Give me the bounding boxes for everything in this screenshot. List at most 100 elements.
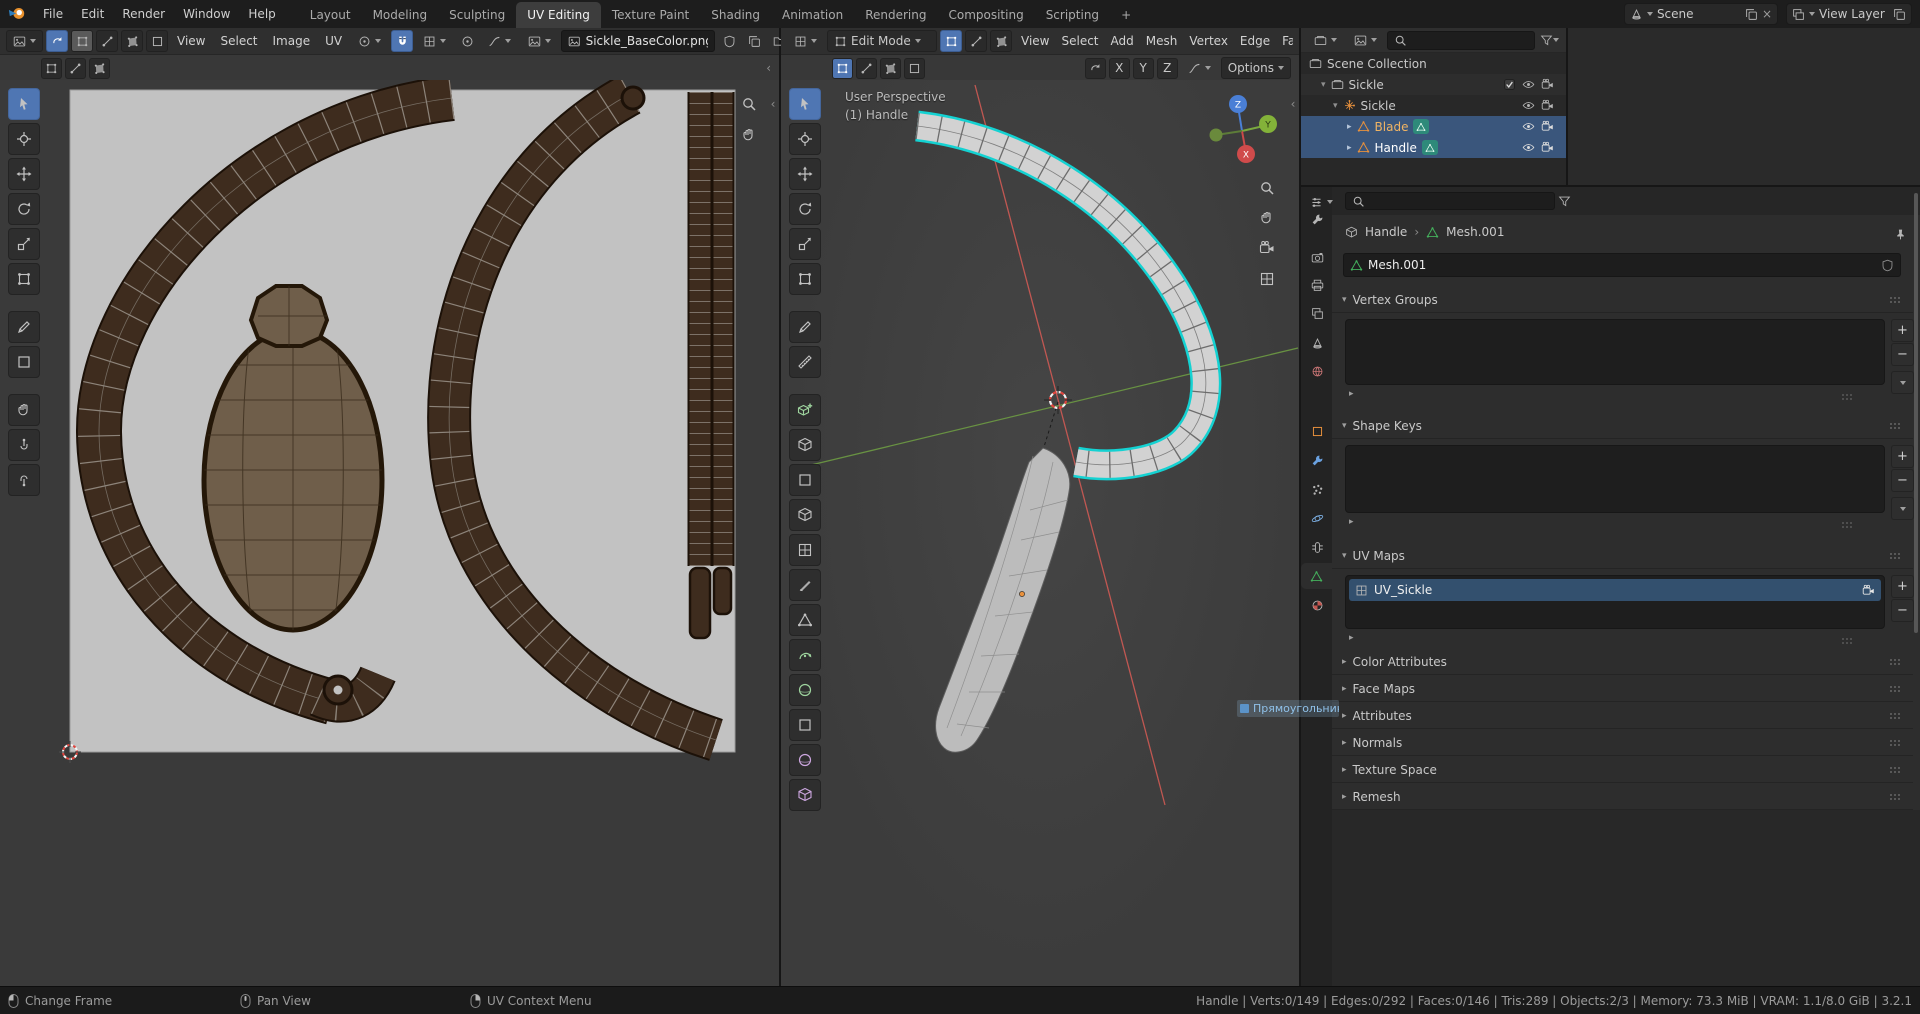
scrollbar[interactable] xyxy=(1914,193,1918,633)
menu-help[interactable]: Help xyxy=(239,0,284,28)
disclosure-triangle[interactable]: ▸ xyxy=(1347,122,1352,132)
uv-mode-button-3[interactable] xyxy=(89,57,110,79)
camera-view-button[interactable] xyxy=(1255,236,1279,260)
edge-menu[interactable]: Edge xyxy=(1234,34,1276,48)
active-render-camera-icon[interactable] xyxy=(1862,584,1875,597)
mirror-z-toggle[interactable]: Z xyxy=(1156,57,1178,79)
outliner-row-scene-collection[interactable]: Scene Collection xyxy=(1301,53,1566,74)
viewport-editor-type-dropdown[interactable] xyxy=(787,30,824,52)
section-uv-maps[interactable]: ▾ UV Maps xyxy=(1332,543,1913,569)
panel-grip[interactable] xyxy=(1889,296,1903,304)
disclosure-triangle[interactable]: ▾ xyxy=(1333,101,1338,111)
remove-shape-key-button[interactable]: − xyxy=(1891,469,1914,492)
subpanel-grip[interactable] xyxy=(1841,393,1855,401)
scene-name[interactable]: Scene xyxy=(1657,7,1741,21)
uv-maps-expand[interactable]: ▸ xyxy=(1349,633,1354,643)
subpanel-grip[interactable] xyxy=(1841,637,1855,645)
camera-icon[interactable] xyxy=(1541,120,1554,133)
new-scene-icon[interactable] xyxy=(1745,8,1758,21)
loop-cut-tool-button[interactable] xyxy=(789,534,821,566)
exclude-checkbox[interactable] xyxy=(1503,78,1516,91)
orthographic-toggle-button[interactable] xyxy=(1255,267,1279,291)
grab-tool-button[interactable] xyxy=(8,394,40,426)
outliner-row-blade[interactable]: ▸ Blade xyxy=(1301,116,1566,137)
vertex-menu[interactable]: Vertex xyxy=(1183,34,1234,48)
eye-icon[interactable] xyxy=(1522,141,1535,154)
eye-icon[interactable] xyxy=(1522,99,1535,112)
vp-mode-button-4[interactable] xyxy=(904,57,925,79)
panel-grip[interactable] xyxy=(1889,422,1903,430)
tab-modifiers[interactable] xyxy=(1303,447,1331,473)
view-menu[interactable]: View xyxy=(1015,34,1055,48)
add-uv-map-button[interactable]: + xyxy=(1891,575,1914,598)
properties-search-input[interactable] xyxy=(1345,192,1555,210)
new-view-layer-icon[interactable] xyxy=(1893,8,1906,21)
tab-material[interactable] xyxy=(1303,592,1331,618)
menu-file[interactable]: File xyxy=(34,0,72,28)
extrude-tool-button[interactable] xyxy=(789,429,821,461)
panel-grip[interactable] xyxy=(1889,712,1903,720)
properties-filter-button[interactable] xyxy=(1553,190,1575,212)
tab-layout[interactable]: Layout xyxy=(299,2,362,28)
tab-particles[interactable] xyxy=(1303,476,1331,502)
uv-island-edge-strips[interactable] xyxy=(690,92,731,640)
vertex-group-specials-button[interactable] xyxy=(1891,371,1914,394)
bevel-tool-button[interactable] xyxy=(789,499,821,531)
uv-editor-type-dropdown[interactable] xyxy=(6,30,43,52)
new-image-button[interactable] xyxy=(743,30,765,52)
uv-select-face-button[interactable] xyxy=(121,30,143,52)
tab-scene[interactable] xyxy=(1303,330,1331,356)
uv-map-name[interactable]: UV_Sickle xyxy=(1374,583,1432,597)
edge-mode-button[interactable] xyxy=(965,30,987,52)
breadcrumb-mesh[interactable]: Mesh.001 xyxy=(1446,225,1504,239)
vp-mode-button-3[interactable] xyxy=(880,57,901,79)
outliner-row-collection-sickle[interactable]: ▾ Sickle xyxy=(1301,74,1566,95)
rotate-tool-button[interactable] xyxy=(789,193,821,225)
tab-sculpting[interactable]: Sculpting xyxy=(438,2,516,28)
view-layer-name[interactable]: View Layer xyxy=(1819,7,1889,21)
tab-shading[interactable]: Shading xyxy=(700,2,771,28)
section-normals[interactable]: ▸ Normals xyxy=(1332,730,1913,756)
scene-selector[interactable]: Scene × xyxy=(1623,3,1778,25)
shape-keys-expand[interactable]: ▸ xyxy=(1349,517,1354,527)
fake-user-toggle[interactable] xyxy=(718,30,740,52)
zoom-view-button[interactable] xyxy=(1255,176,1279,200)
shear-tool-button[interactable] xyxy=(789,779,821,811)
tab-view-layer[interactable] xyxy=(1303,300,1331,326)
uv-menu-uv[interactable]: UV xyxy=(319,34,348,48)
shrink-fatten-tool-button[interactable] xyxy=(789,744,821,776)
smooth-tool-button[interactable] xyxy=(789,674,821,706)
mirror-toggle[interactable] xyxy=(1084,57,1106,79)
breadcrumb-object[interactable]: Handle xyxy=(1365,225,1407,239)
unlink-scene-button[interactable]: × xyxy=(1762,7,1772,21)
cursor-tool-button[interactable] xyxy=(8,123,40,155)
outliner-row-object-sickle[interactable]: ▾ Sickle xyxy=(1301,95,1566,116)
outliner-editor-type-dropdown[interactable] xyxy=(1307,29,1344,51)
section-remesh[interactable]: ▸ Remesh xyxy=(1332,784,1913,810)
snap-toggle[interactable] xyxy=(391,30,414,52)
eye-icon[interactable] xyxy=(1522,78,1535,91)
mirror-y-toggle[interactable]: Y xyxy=(1132,57,1154,79)
outliner-search-input[interactable] xyxy=(1387,30,1535,50)
measure-tool-button[interactable] xyxy=(789,346,821,378)
uv-select-island-button[interactable] xyxy=(146,30,168,52)
menu-edit[interactable]: Edit xyxy=(72,0,113,28)
cursor-tool-button[interactable] xyxy=(789,123,821,155)
add-cube-tool-button[interactable] xyxy=(789,394,821,426)
disclosure-triangle[interactable]: ▾ xyxy=(1321,80,1326,90)
rotate-tool-button[interactable] xyxy=(8,193,40,225)
tab-physics[interactable] xyxy=(1303,505,1331,531)
eye-icon[interactable] xyxy=(1522,120,1535,133)
pinch-tool-button[interactable] xyxy=(8,464,40,496)
vertex-mode-button[interactable] xyxy=(940,30,962,52)
add-menu[interactable]: Add xyxy=(1105,34,1140,48)
uv-sync-selection-toggle[interactable] xyxy=(46,30,68,52)
tweak-tool-button[interactable] xyxy=(789,88,821,120)
tweak-tool-button[interactable] xyxy=(8,88,40,120)
panel-grip[interactable] xyxy=(1889,552,1903,560)
collapse-region-chevron[interactable]: ‹ xyxy=(767,92,779,116)
filter-button[interactable] xyxy=(1538,29,1560,51)
section-shape-keys[interactable]: ▾ Shape Keys xyxy=(1332,413,1913,439)
options-dropdown[interactable]: Options xyxy=(1220,57,1291,79)
rip-region-tool-button[interactable] xyxy=(8,346,40,378)
